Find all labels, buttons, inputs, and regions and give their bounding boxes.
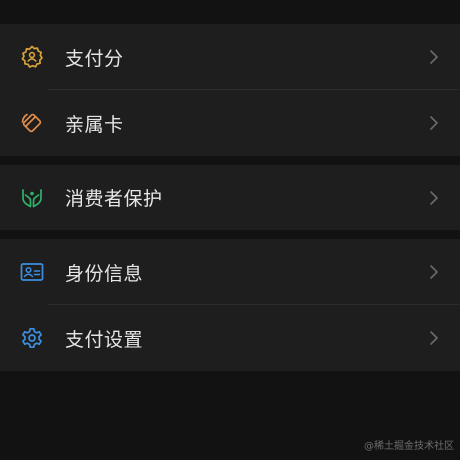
menu-item-identity-info[interactable]: 身份信息 [0,239,460,305]
menu-group-3: 身份信息 支付设置 [0,239,460,371]
menu-item-pay-score[interactable]: 支付分 [0,24,460,90]
menu-item-label: 身份信息 [65,262,144,285]
chevron-right-icon [428,330,440,346]
menu-item-label: 支付设置 [65,328,144,351]
menu-item-label: 消费者保护 [65,188,163,210]
chevron-right-icon [428,190,440,206]
menu-item-label: 亲属卡 [65,113,124,136]
chevron-right-icon [428,115,440,131]
settings-page: 支付分 亲属卡 消费者保护 身份信息 支付设置 @稀土掘金技术社区 [0,0,460,460]
score-badge-icon [19,44,45,70]
protection-hands-icon [19,185,45,211]
gear-icon [19,325,45,351]
group-gap [0,156,460,165]
family-card-icon [19,110,45,136]
watermark-text: @稀土掘金技术社区 [364,441,454,452]
menu-group-2: 消费者保护 [0,165,460,230]
chevron-right-icon [428,49,440,65]
menu-item-payment-settings[interactable]: 支付设置 [0,305,460,371]
chevron-right-icon [428,264,440,280]
group-gap [0,230,460,239]
menu-item-consumer-protection[interactable]: 消费者保护 [0,165,460,230]
menu-item-label: 支付分 [65,47,124,70]
menu-group-1: 支付分 亲属卡 [0,24,460,156]
top-spacer [0,0,460,24]
menu-item-family-card[interactable]: 亲属卡 [0,90,460,156]
id-card-icon [19,259,45,285]
